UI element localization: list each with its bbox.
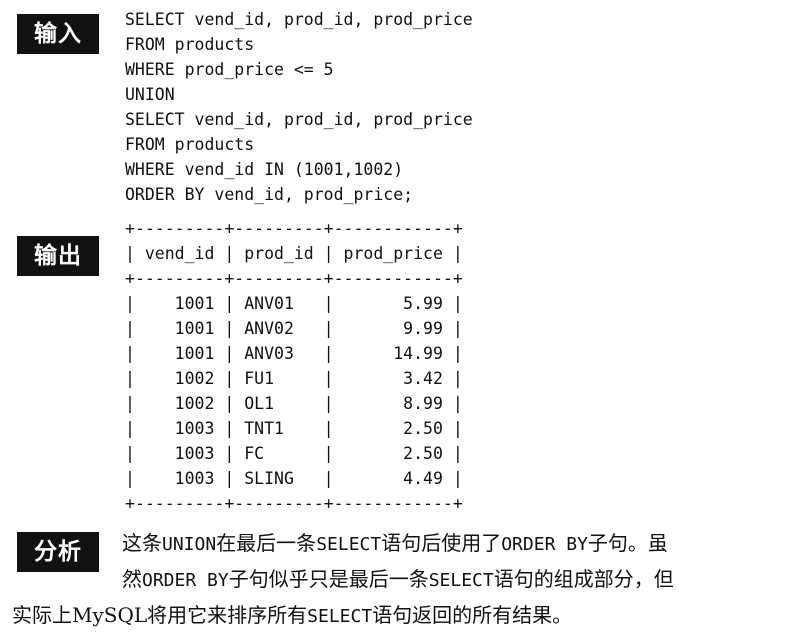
table-border: +---------+---------+------------+ [125,219,463,238]
analysis-text-run: 实际上MySQL将用它来排序所有 [12,603,308,627]
analysis-text-run: 语句的组成部分，但 [493,567,674,591]
analysis-text-run: 这条 [122,531,162,555]
sql-query: SELECT vend_id, prod_id, prod_price FROM… [125,7,473,207]
code-keyword: SELECT [307,606,373,627]
code-keyword: ORDER BY [142,570,229,591]
query-line: WHERE vend_id IN (1001,1002) [125,160,404,179]
analysis-text-run: 在最后一条 [216,531,317,555]
table-row: | 1002 | OL1 | 8.99 | [125,394,463,413]
code-keyword: ORDER BY [501,534,588,555]
table-row: | 1001 | ANV02 | 9.99 | [125,319,463,338]
query-line: WHERE prod_price <= 5 [125,60,334,79]
table-header: | vend_id | prod_id | prod_price | [125,244,463,263]
table-row: | 1002 | FU1 | 3.42 | [125,369,463,388]
analysis-text-run: 子句。虽 [587,531,668,555]
code-keyword: SELECT [316,534,382,555]
query-line: FROM products [125,35,255,54]
table-border: +---------+---------+------------+ [125,494,463,513]
table-row: | 1003 | TNT1 | 2.50 | [125,419,463,438]
query-line: UNION [125,85,175,104]
result-table: +---------+---------+------------+ | ven… [125,216,463,516]
analysis-text: 这条UNION在最后一条SELECT语句后使用了ORDER BY子句。虽 然OR… [0,526,797,634]
analysis-text-run: 语句后使用了 [381,531,502,555]
output-label: 输出 [17,236,99,276]
input-label: 输入 [17,14,99,54]
table-border: +---------+---------+------------+ [125,269,463,288]
analysis-text-run: 语句返回的所有结果。 [372,603,573,627]
analysis-line: 然ORDER BY子句似乎只是最后一条SELECT语句的组成部分，但 [0,562,797,598]
table-row: | 1001 | ANV03 | 14.99 | [125,344,463,363]
query-line: SELECT vend_id, prod_id, prod_price [125,10,473,29]
analysis-text-run: 然 [122,567,142,591]
table-row: | 1001 | ANV01 | 5.99 | [125,294,463,313]
query-line: ORDER BY vend_id, prod_price; [125,185,414,204]
analysis-line: 这条UNION在最后一条SELECT语句后使用了ORDER BY子句。虽 [0,526,797,562]
analysis-text-run: 子句似乎只是最后一条 [228,567,429,591]
analysis-line: 实际上MySQL将用它来排序所有SELECT语句返回的所有结果。 [0,598,797,634]
query-line: SELECT vend_id, prod_id, prod_price [125,110,473,129]
query-line: FROM products [125,135,255,154]
code-keyword: UNION [162,534,217,555]
table-row: | 1003 | SLING | 4.49 | [125,469,463,488]
code-keyword: SELECT [428,570,494,591]
table-row: | 1003 | FC | 2.50 | [125,444,463,463]
